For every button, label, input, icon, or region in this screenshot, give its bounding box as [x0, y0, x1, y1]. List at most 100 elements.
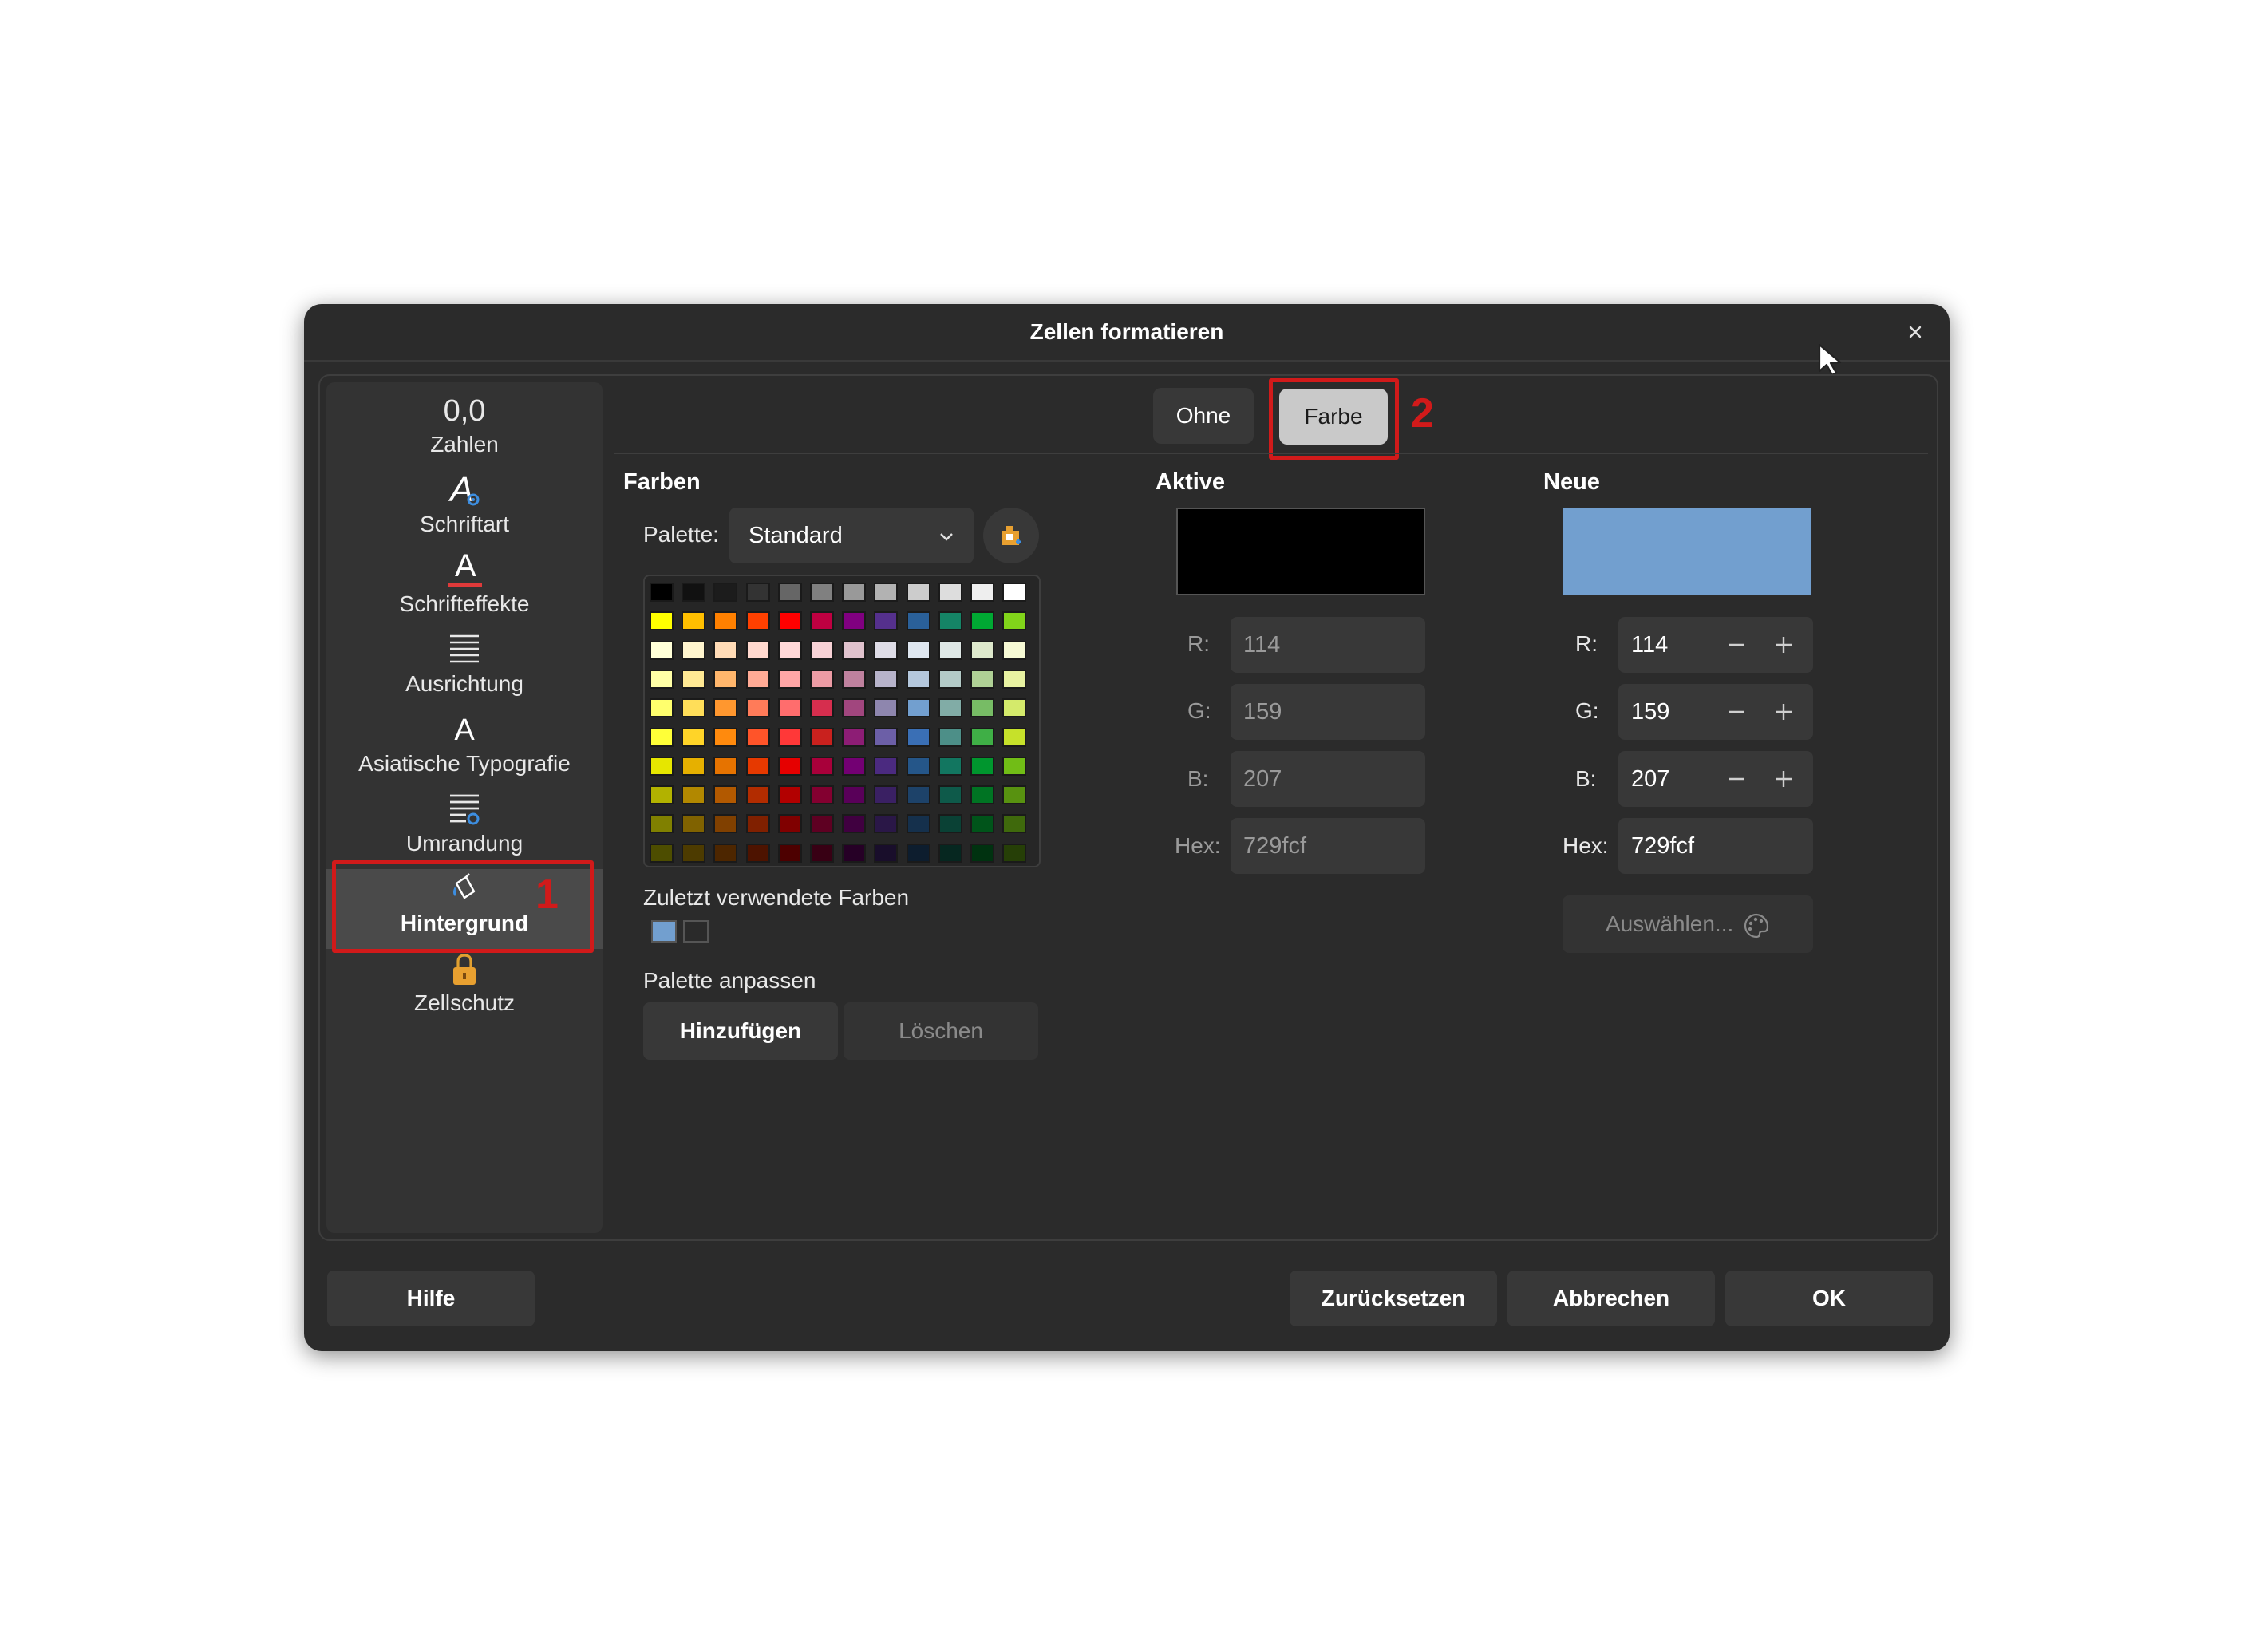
palette-swatch[interactable] [777, 727, 802, 747]
tab-ohne[interactable]: Ohne [1153, 388, 1254, 444]
palette-swatch[interactable] [906, 583, 930, 602]
palette-swatch[interactable] [810, 583, 834, 602]
palette-swatch[interactable] [970, 814, 994, 834]
palette-swatch[interactable] [938, 785, 962, 805]
palette-swatch[interactable] [906, 669, 930, 689]
palette-swatch[interactable] [1002, 669, 1027, 689]
new-hex-field[interactable]: 729fcf [1618, 818, 1813, 874]
delete-color-button[interactable]: Löschen [844, 1002, 1038, 1060]
palette-swatch[interactable] [970, 698, 994, 718]
palette-swatch[interactable] [713, 814, 738, 834]
palette-swatch[interactable] [713, 698, 738, 718]
palette-swatch[interactable] [777, 698, 802, 718]
palette-swatch[interactable] [682, 698, 706, 718]
palette-swatch[interactable] [650, 611, 674, 631]
palette-swatch[interactable] [938, 756, 962, 776]
palette-swatch[interactable] [810, 843, 834, 863]
palette-swatch[interactable] [810, 640, 834, 660]
palette-swatch[interactable] [650, 727, 674, 747]
palette-swatch[interactable] [777, 669, 802, 689]
new-b-decrement[interactable] [1725, 768, 1748, 790]
palette-swatch[interactable] [1002, 583, 1027, 602]
palette-swatch[interactable] [650, 814, 674, 834]
palette-swatch[interactable] [650, 756, 674, 776]
palette-swatch[interactable] [906, 611, 930, 631]
palette-swatch[interactable] [713, 669, 738, 689]
palette-swatch[interactable] [842, 611, 867, 631]
sidebar-item-schriftart[interactable]: A Schriftart [326, 470, 603, 550]
palette-swatch[interactable] [810, 756, 834, 776]
palette-swatch[interactable] [1002, 814, 1027, 834]
palette-swatch[interactable] [970, 583, 994, 602]
palette-swatch[interactable] [745, 611, 770, 631]
palette-swatch[interactable] [1002, 843, 1027, 863]
recent-color-swatch[interactable] [683, 920, 709, 943]
close-icon[interactable] [1903, 320, 1927, 344]
palette-swatch[interactable] [777, 611, 802, 631]
palette-swatch[interactable] [938, 583, 962, 602]
pick-color-button[interactable]: Auswählen... [1563, 895, 1813, 953]
palette-swatch[interactable] [810, 785, 834, 805]
palette-swatch[interactable] [650, 785, 674, 805]
palette-swatch[interactable] [682, 727, 706, 747]
palette-swatch[interactable] [745, 640, 770, 660]
palette-swatch[interactable] [682, 640, 706, 660]
palette-swatch[interactable] [1002, 698, 1027, 718]
add-palette-extension-button[interactable] [983, 508, 1039, 563]
add-color-button[interactable]: Hinzufügen [643, 1002, 838, 1060]
new-g-decrement[interactable] [1725, 701, 1748, 723]
palette-swatch[interactable] [874, 669, 899, 689]
ok-button[interactable]: OK [1725, 1271, 1933, 1326]
palette-swatch[interactable] [874, 814, 899, 834]
palette-swatch[interactable] [874, 727, 899, 747]
palette-swatch[interactable] [970, 785, 994, 805]
new-g-increment[interactable] [1772, 701, 1795, 723]
recent-color-swatch[interactable] [651, 920, 677, 943]
palette-swatch[interactable] [777, 756, 802, 776]
palette-swatch[interactable] [777, 814, 802, 834]
palette-swatch[interactable] [938, 843, 962, 863]
palette-swatch[interactable] [938, 814, 962, 834]
palette-swatch[interactable] [650, 669, 674, 689]
palette-swatch[interactable] [906, 727, 930, 747]
cancel-button[interactable]: Abbrechen [1507, 1271, 1715, 1326]
sidebar-item-zahlen[interactable]: 0,0 Zahlen [326, 390, 603, 470]
palette-swatch[interactable] [970, 843, 994, 863]
palette-swatch[interactable] [713, 756, 738, 776]
palette-swatch[interactable] [810, 727, 834, 747]
palette-swatch[interactable] [682, 785, 706, 805]
palette-swatch[interactable] [938, 611, 962, 631]
palette-swatch[interactable] [938, 640, 962, 660]
palette-swatch[interactable] [906, 843, 930, 863]
palette-swatch[interactable] [682, 756, 706, 776]
palette-swatch[interactable] [810, 669, 834, 689]
palette-swatch[interactable] [682, 669, 706, 689]
palette-swatch[interactable] [713, 785, 738, 805]
palette-swatch[interactable] [713, 583, 738, 602]
palette-swatch[interactable] [874, 583, 899, 602]
new-r-increment[interactable] [1772, 634, 1795, 656]
help-button[interactable]: Hilfe [327, 1271, 535, 1326]
palette-swatch[interactable] [906, 785, 930, 805]
palette-swatch[interactable] [682, 814, 706, 834]
reset-button[interactable]: Zurücksetzen [1290, 1271, 1497, 1326]
palette-swatch[interactable] [1002, 756, 1027, 776]
palette-swatch[interactable] [842, 785, 867, 805]
palette-swatch[interactable] [745, 698, 770, 718]
palette-swatch[interactable] [1002, 727, 1027, 747]
sidebar-item-zellschutz[interactable]: Zellschutz [326, 949, 603, 1029]
palette-select[interactable]: Standard [729, 508, 974, 563]
sidebar-item-schrifteffekte[interactable]: A Schrifteffekte [326, 548, 603, 630]
palette-swatch[interactable] [938, 727, 962, 747]
palette-swatch[interactable] [970, 756, 994, 776]
palette-swatch[interactable] [682, 611, 706, 631]
palette-swatch[interactable] [777, 843, 802, 863]
palette-swatch[interactable] [745, 785, 770, 805]
palette-swatch[interactable] [874, 640, 899, 660]
palette-swatch[interactable] [777, 640, 802, 660]
palette-swatch[interactable] [842, 583, 867, 602]
palette-swatch[interactable] [745, 727, 770, 747]
palette-swatch[interactable] [842, 843, 867, 863]
palette-swatch[interactable] [874, 843, 899, 863]
palette-swatch[interactable] [745, 583, 770, 602]
